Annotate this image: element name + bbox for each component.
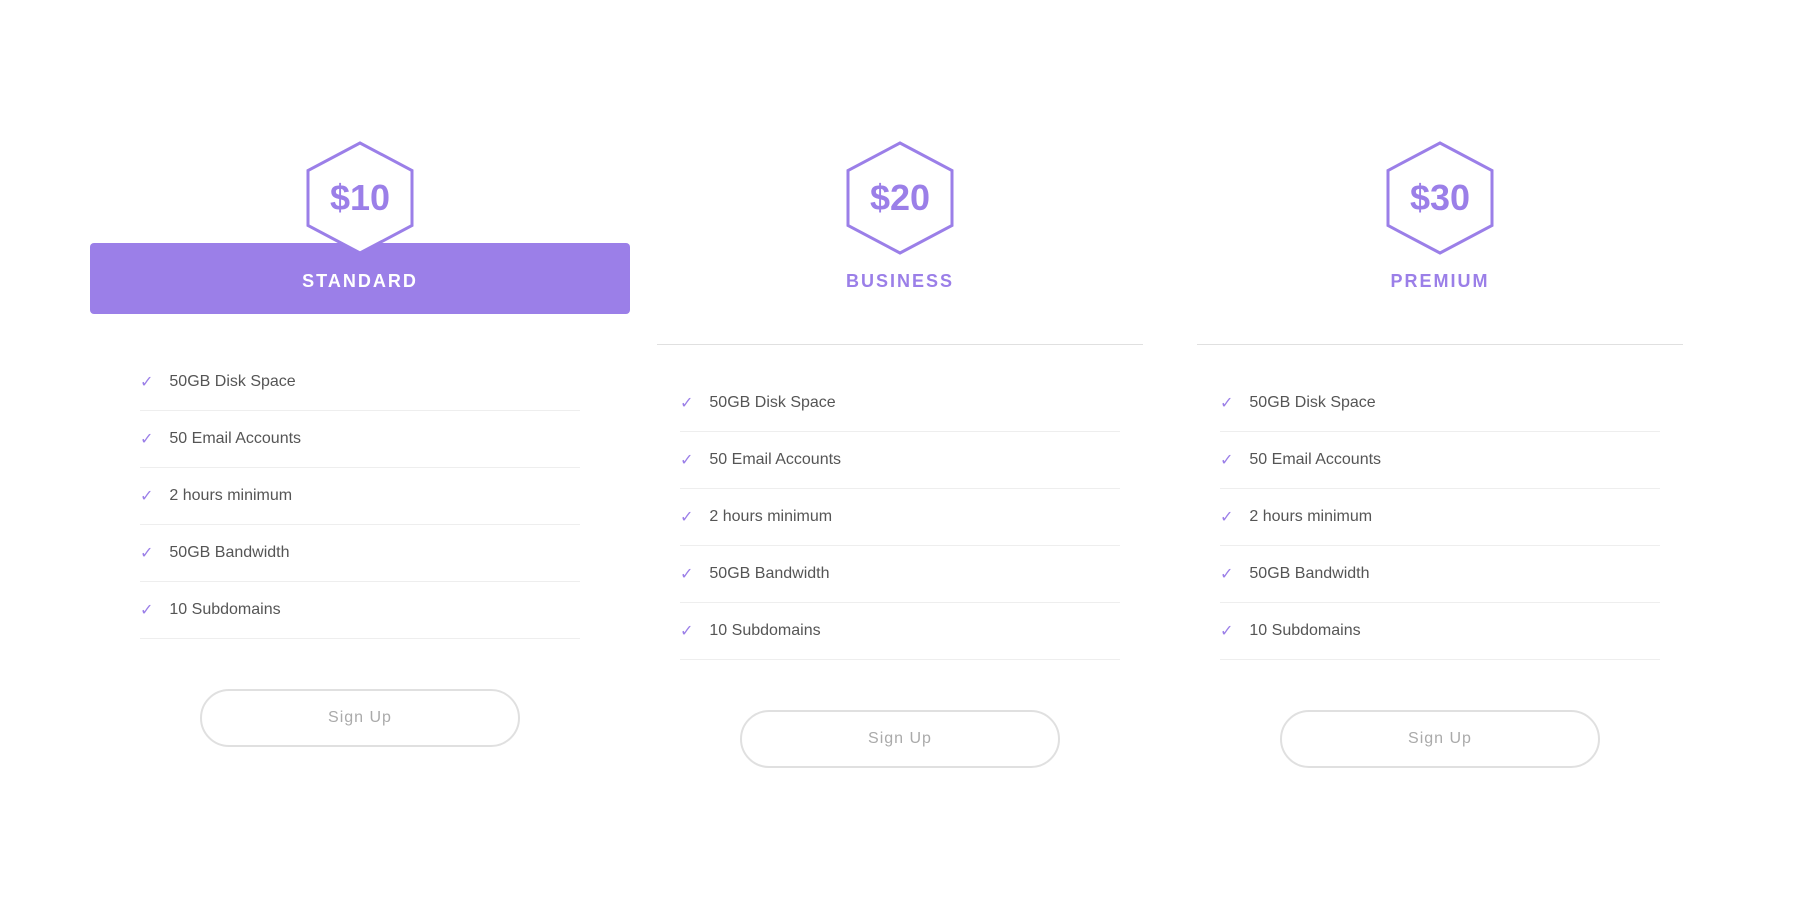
feature-item: ✓ 50GB Bandwidth bbox=[1220, 546, 1660, 603]
check-icon: ✓ bbox=[140, 372, 153, 392]
check-icon: ✓ bbox=[680, 507, 693, 527]
plan-price: $10 bbox=[330, 177, 390, 219]
hexagon-wrapper: $20 bbox=[835, 133, 965, 263]
feature-text: 50GB Bandwidth bbox=[169, 544, 289, 562]
signup-button[interactable]: Sign Up bbox=[1280, 710, 1600, 768]
feature-text: 50 Email Accounts bbox=[1249, 451, 1381, 469]
hexagon: $30 bbox=[1380, 138, 1500, 258]
feature-item: ✓ 50GB Bandwidth bbox=[680, 546, 1120, 603]
check-icon: ✓ bbox=[140, 543, 153, 563]
plan-name: PREMIUM bbox=[1391, 271, 1490, 291]
feature-text: 10 Subdomains bbox=[1249, 622, 1360, 640]
check-icon: ✓ bbox=[680, 621, 693, 641]
check-icon: ✓ bbox=[1220, 507, 1233, 527]
pricing-card-business: $20 BUSINESS ✓ 50GB Disk Space ✓ 50 Emai… bbox=[630, 133, 1170, 808]
pricing-card-premium: $30 PREMIUM ✓ 50GB Disk Space ✓ 50 Email… bbox=[1170, 133, 1710, 808]
feature-item: ✓ 10 Subdomains bbox=[140, 582, 580, 639]
hexagon: $10 bbox=[300, 138, 420, 258]
feature-item: ✓ 10 Subdomains bbox=[1220, 603, 1660, 660]
hexagon-wrapper: $10 bbox=[295, 133, 425, 263]
hexagon: $20 bbox=[840, 138, 960, 258]
feature-item: ✓ 10 Subdomains bbox=[680, 603, 1120, 660]
pricing-container: $10 STANDARD ✓ 50GB Disk Space ✓ 50 Emai… bbox=[50, 73, 1750, 848]
feature-text: 50GB Disk Space bbox=[169, 373, 295, 391]
check-icon: ✓ bbox=[140, 486, 153, 506]
plan-price: $30 bbox=[1410, 177, 1470, 219]
check-icon: ✓ bbox=[1220, 450, 1233, 470]
hexagon-wrapper: $30 bbox=[1375, 133, 1505, 263]
check-icon: ✓ bbox=[680, 450, 693, 470]
features-list: ✓ 50GB Disk Space ✓ 50 Email Accounts ✓ … bbox=[630, 365, 1170, 670]
check-icon: ✓ bbox=[680, 393, 693, 413]
header-divider bbox=[1197, 344, 1683, 345]
plan-name: BUSINESS bbox=[846, 271, 954, 291]
feature-text: 50GB Bandwidth bbox=[709, 565, 829, 583]
feature-item: ✓ 50GB Disk Space bbox=[140, 354, 580, 411]
feature-item: ✓ 2 hours minimum bbox=[680, 489, 1120, 546]
feature-text: 10 Subdomains bbox=[169, 601, 280, 619]
feature-item: ✓ 50GB Disk Space bbox=[680, 375, 1120, 432]
feature-text: 50 Email Accounts bbox=[169, 430, 301, 448]
header-divider bbox=[657, 344, 1143, 345]
pricing-card-standard: $10 STANDARD ✓ 50GB Disk Space ✓ 50 Emai… bbox=[90, 133, 630, 787]
feature-text: 10 Subdomains bbox=[709, 622, 820, 640]
plan-price: $20 bbox=[870, 177, 930, 219]
feature-item: ✓ 50 Email Accounts bbox=[140, 411, 580, 468]
signup-wrapper: Sign Up bbox=[630, 710, 1170, 768]
feature-item: ✓ 50 Email Accounts bbox=[1220, 432, 1660, 489]
feature-text: 50GB Disk Space bbox=[1249, 394, 1375, 412]
feature-text: 2 hours minimum bbox=[709, 508, 832, 526]
feature-text: 50GB Disk Space bbox=[709, 394, 835, 412]
check-icon: ✓ bbox=[140, 429, 153, 449]
card-header: $30 PREMIUM bbox=[1170, 133, 1710, 314]
feature-text: 50 Email Accounts bbox=[709, 451, 841, 469]
check-icon: ✓ bbox=[1220, 564, 1233, 584]
plan-name: STANDARD bbox=[302, 271, 418, 291]
check-icon: ✓ bbox=[140, 600, 153, 620]
feature-item: ✓ 50GB Bandwidth bbox=[140, 525, 580, 582]
feature-item: ✓ 2 hours minimum bbox=[140, 468, 580, 525]
check-icon: ✓ bbox=[1220, 621, 1233, 641]
feature-text: 2 hours minimum bbox=[1249, 508, 1372, 526]
signup-button[interactable]: Sign Up bbox=[740, 710, 1060, 768]
check-icon: ✓ bbox=[1220, 393, 1233, 413]
feature-item: ✓ 50GB Disk Space bbox=[1220, 375, 1660, 432]
features-list: ✓ 50GB Disk Space ✓ 50 Email Accounts ✓ … bbox=[90, 344, 630, 649]
feature-text: 50GB Bandwidth bbox=[1249, 565, 1369, 583]
signup-wrapper: Sign Up bbox=[1170, 710, 1710, 768]
feature-item: ✓ 2 hours minimum bbox=[1220, 489, 1660, 546]
signup-wrapper: Sign Up bbox=[90, 689, 630, 747]
card-header: $20 BUSINESS bbox=[630, 133, 1170, 314]
signup-button[interactable]: Sign Up bbox=[200, 689, 520, 747]
feature-item: ✓ 50 Email Accounts bbox=[680, 432, 1120, 489]
card-header: $10 STANDARD bbox=[90, 133, 630, 314]
feature-text: 2 hours minimum bbox=[169, 487, 292, 505]
features-list: ✓ 50GB Disk Space ✓ 50 Email Accounts ✓ … bbox=[1170, 365, 1710, 670]
check-icon: ✓ bbox=[680, 564, 693, 584]
